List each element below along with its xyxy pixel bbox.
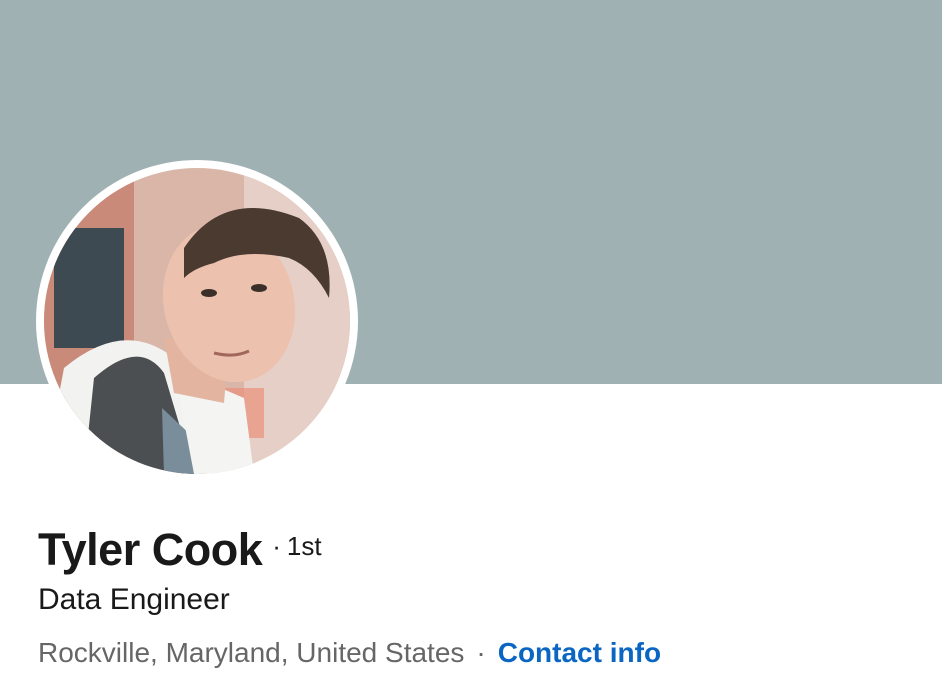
contact-info-link[interactable]: Contact info: [498, 637, 661, 669]
location-separator: ·: [476, 637, 486, 668]
degree-separator: ·: [272, 531, 281, 561]
profile-photo[interactable]: [36, 160, 358, 482]
profile-photo-image: [44, 168, 350, 474]
profile-headline: Data Engineer: [38, 583, 230, 616]
profile-card: Tyler Cook · 1st Data Engineer Rockville…: [0, 0, 942, 688]
profile-location: Rockville, Maryland, United States: [38, 637, 465, 668]
connection-degree: 1st: [286, 531, 322, 561]
profile-name: Tyler Cook: [38, 524, 263, 575]
location-row: Rockville, Maryland, United States · Con…: [38, 637, 661, 669]
name-row: Tyler Cook · 1st: [38, 524, 322, 576]
